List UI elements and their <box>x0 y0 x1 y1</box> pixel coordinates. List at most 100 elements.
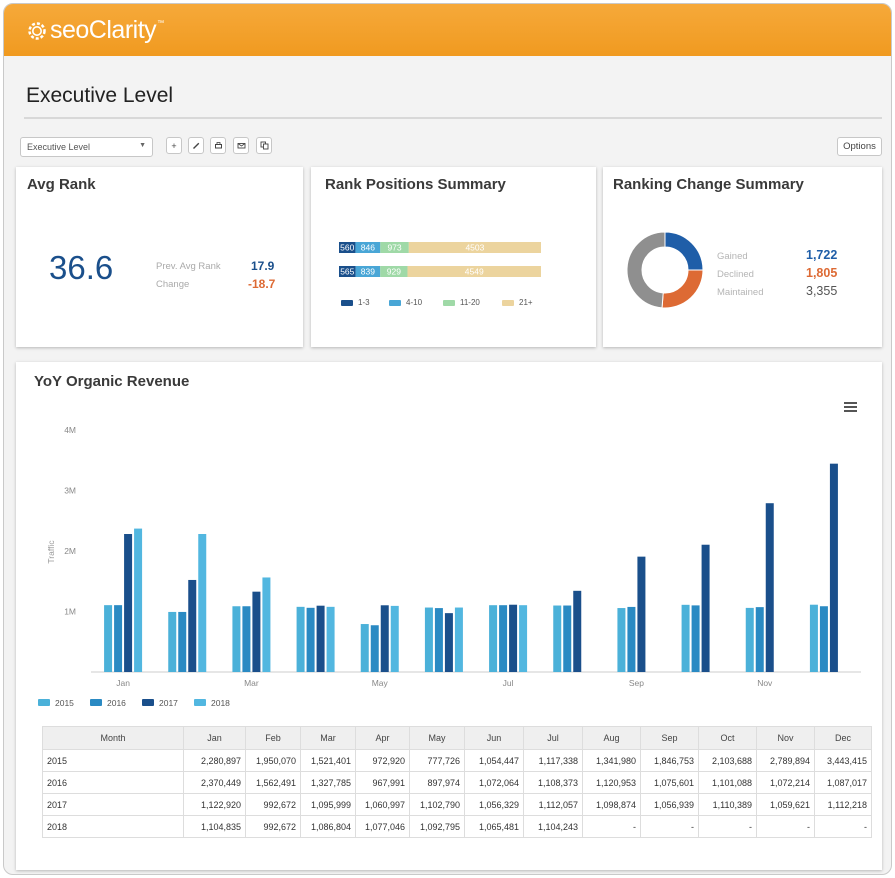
bar <box>755 607 764 672</box>
table-cell: 1,095,999 <box>300 793 356 816</box>
bar <box>242 606 251 672</box>
table-cell: - <box>698 815 757 838</box>
table-cell: 777,726 <box>409 749 465 772</box>
table-cell: - <box>756 815 815 838</box>
table-row: 2015 2,280,897 1,950,070 1,521,401 972,920 77… <box>42 749 872 772</box>
bar <box>627 606 636 672</box>
email-icon <box>237 143 245 149</box>
table-cell: - <box>814 815 872 838</box>
y-axis-label: Traffic <box>46 540 56 564</box>
bar <box>296 606 305 672</box>
bar <box>509 604 518 672</box>
table-row: 2016 2,370,449 1,562,491 1,327,785 967,991 89… <box>42 771 872 794</box>
column-header: Nov <box>756 726 815 750</box>
table-cell: 1,102,790 <box>409 793 465 816</box>
rank-bar-label: 839 <box>361 267 375 277</box>
table-cell: 2016 <box>42 771 184 794</box>
legend-swatch <box>443 299 455 306</box>
bar <box>188 579 197 672</box>
table-cell: 2015 <box>42 749 184 772</box>
legend-label: 4-10 <box>406 298 423 307</box>
page-title: Executive Level <box>26 84 174 107</box>
dashboard-select[interactable]: Executive Level ▼ <box>20 137 153 157</box>
bar <box>104 605 113 672</box>
legend-swatch <box>90 699 102 706</box>
bar <box>198 534 207 672</box>
table-cell: 1,950,070 <box>245 749 301 772</box>
bar <box>370 625 379 672</box>
copy-button[interactable] <box>256 137 272 154</box>
x-tick-label: May <box>372 678 389 688</box>
bar <box>691 605 700 672</box>
gear-logo-icon <box>28 21 46 40</box>
x-tick-label: Jul <box>503 678 514 688</box>
add-button[interactable]: + <box>166 137 182 154</box>
logo-text: seoClarity <box>50 16 157 44</box>
bar <box>553 605 562 672</box>
bar <box>316 605 325 672</box>
dashboard-select-value: Executive Level <box>27 142 91 152</box>
column-header: Jun <box>464 726 524 750</box>
legend-item: 4-10 <box>389 298 422 307</box>
prev-avg-rank-value: 17.9 <box>251 259 275 273</box>
declined-value: 1,805 <box>806 266 838 280</box>
legend-item: 11-20 <box>443 298 480 307</box>
bar <box>434 608 443 672</box>
rank-bar-label: 560 <box>340 243 354 253</box>
bar <box>390 605 399 672</box>
table-cell: 897,974 <box>409 771 465 794</box>
table-cell: 1,086,804 <box>300 815 356 838</box>
bar <box>262 577 271 672</box>
table-cell: 992,672 <box>245 815 301 838</box>
x-tick-label: Mar <box>244 678 259 688</box>
y-tick-label: 2M <box>64 546 76 556</box>
bar <box>454 607 463 672</box>
table-cell: 1,056,939 <box>640 793 699 816</box>
donut-slice <box>626 231 666 309</box>
rank-bar-label: 973 <box>387 243 401 253</box>
rank-positions-card: Rank Positions Summary 560 846 973 4503 565 8… <box>311 167 596 347</box>
legend-label: 1-3 <box>358 298 370 307</box>
table-cell: 1,112,057 <box>523 793 583 816</box>
bar <box>829 463 838 672</box>
logo[interactable]: seoClarity ™ <box>26 16 164 45</box>
column-header: Oct <box>698 726 757 750</box>
table-cell: 1,104,835 <box>183 815 246 838</box>
avg-rank-value: 36.6 <box>49 249 114 286</box>
rank-positions-chart: 560 846 973 4503 565 839 929 4549 <box>339 242 541 277</box>
email-button[interactable] <box>233 137 249 154</box>
rank-bar-label: 929 <box>387 267 401 277</box>
pencil-icon <box>192 142 199 149</box>
print-button[interactable] <box>210 137 226 154</box>
legend-swatch <box>38 699 50 706</box>
bar <box>637 556 646 672</box>
column-header: Feb <box>245 726 301 750</box>
top-bar: seoClarity ™ <box>4 4 891 56</box>
table-cell: 2,280,897 <box>183 749 246 772</box>
rank-bar-label: 4503 <box>465 243 484 253</box>
table-cell: 1,327,785 <box>300 771 356 794</box>
bar <box>134 528 143 672</box>
divider <box>24 117 882 119</box>
legend-swatch <box>142 699 154 706</box>
maintained-value: 3,355 <box>806 284 838 298</box>
gained-label: Gained <box>717 251 748 262</box>
table-cell: - <box>582 815 641 838</box>
bar <box>424 607 433 672</box>
column-header: Mar <box>300 726 356 750</box>
legend-label: 2016 <box>107 698 126 708</box>
table-cell: 2018 <box>42 815 184 838</box>
bar <box>765 503 774 672</box>
declined-label: Declined <box>717 269 754 280</box>
ranking-change-card: Ranking Change Summary Gained 1,722 Decl… <box>603 167 882 347</box>
table-cell: 1,117,338 <box>523 749 583 772</box>
edit-button[interactable] <box>188 137 204 154</box>
table-cell: 1,065,481 <box>464 815 524 838</box>
column-header: Aug <box>582 726 641 750</box>
y-tick-label: 4M <box>64 425 76 435</box>
table-cell: 1,075,601 <box>640 771 699 794</box>
change-value: -18.7 <box>248 277 276 291</box>
bar <box>701 544 710 672</box>
table-cell: 1,562,491 <box>245 771 301 794</box>
options-button[interactable]: Options <box>837 137 882 156</box>
